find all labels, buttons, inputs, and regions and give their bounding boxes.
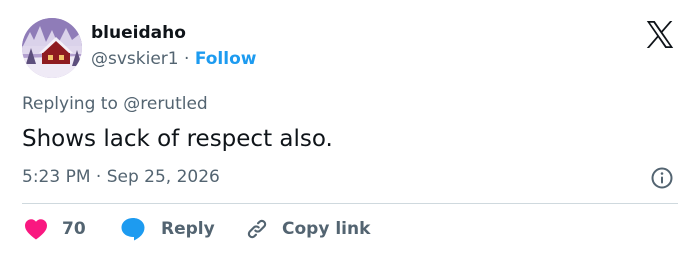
reply-label: Reply <box>161 219 215 239</box>
reply-button[interactable]: Reply <box>120 217 215 241</box>
follow-button[interactable]: Follow <box>195 49 257 69</box>
handle-line: @svskier1 · Follow <box>91 48 256 70</box>
avatar-image <box>22 18 82 78</box>
speech-bubble-icon <box>121 218 145 241</box>
avatar[interactable] <box>22 18 82 78</box>
copy-link-label: Copy link <box>282 219 371 239</box>
reply-context: Replying to @rerutled <box>22 94 208 114</box>
like-count: 70 <box>62 219 86 239</box>
link-icon <box>247 219 267 239</box>
divider <box>22 203 678 204</box>
handle[interactable]: @svskier1 <box>91 49 179 69</box>
heart-icon <box>25 219 47 240</box>
like-button[interactable]: 70 <box>24 217 86 241</box>
info-icon[interactable] <box>650 166 674 190</box>
separator: · <box>184 49 190 69</box>
x-logo-icon[interactable] <box>645 21 675 48</box>
tweet-text: Shows lack of respect also. <box>22 126 333 152</box>
copy-link-button[interactable]: Copy link <box>244 217 370 241</box>
display-name[interactable]: blueidaho <box>91 22 186 44</box>
timestamp[interactable]: 5:23 PM · Sep 25, 2026 <box>22 166 220 188</box>
